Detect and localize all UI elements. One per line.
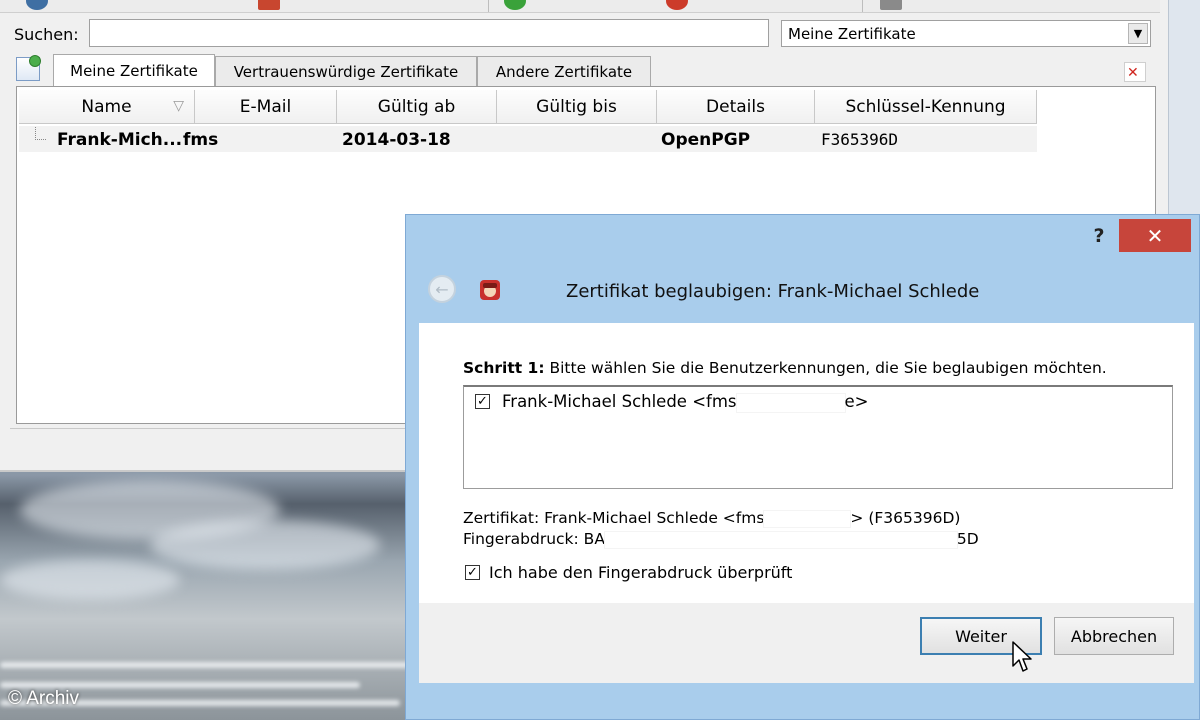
cloud-shape	[150, 520, 380, 570]
column-header-details[interactable]: Details	[657, 90, 815, 124]
user-id-prefix: Frank-Michael Schlede <fms	[502, 392, 737, 411]
filter-selected-value: Meine Zertifikate	[788, 25, 916, 43]
cloud-shape	[0, 560, 180, 600]
step-instruction: Schritt 1: Bitte wählen Sie die Benutzer…	[463, 359, 1107, 377]
lookup-icon[interactable]	[880, 0, 902, 10]
cell-details: OpenPGP	[661, 130, 751, 150]
back-arrow-icon[interactable]: ←	[428, 275, 456, 303]
fingerprint-info: Fingerabdruck: BA 5D	[463, 530, 979, 548]
tab-other-certificates[interactable]: Andere Zertifikate	[477, 56, 651, 86]
user-id-suffix: e>	[844, 392, 869, 411]
new-tab-icon[interactable]	[16, 55, 41, 81]
search-row: Suchen: Meine Zertifikate ▼	[0, 18, 1160, 50]
toolbar	[0, 0, 1160, 13]
fingerprint-suffix: 5D	[956, 530, 979, 548]
fingerprint-prefix: Fingerabdruck: BA	[463, 530, 605, 548]
import-icon[interactable]	[26, 0, 48, 10]
chevron-down-icon[interactable]: ▼	[1128, 23, 1148, 44]
user-id-checkbox[interactable]: ✓	[475, 394, 490, 409]
step-description: Bitte wählen Sie die Benutzerkennungen, …	[544, 359, 1107, 377]
tab-my-certificates[interactable]: Meine Zertifikate	[53, 54, 215, 87]
redacted-area	[736, 393, 845, 412]
fingerprint-confirm-label[interactable]: Ich habe den Fingerabdruck überprüft	[489, 563, 792, 582]
certificate-prefix: Zertifikat: Frank-Michael Schlede <fms	[463, 509, 765, 527]
tab-bar: Meine Zertifikate Vertrauenswürdige Zert…	[0, 54, 1160, 87]
close-tab-icon[interactable]: ✕	[1124, 62, 1146, 82]
toolbar-separator	[862, 0, 863, 12]
dialog-content: Schritt 1: Bitte wählen Sie die Benutzer…	[419, 323, 1194, 603]
column-header-name[interactable]: Name ▽	[19, 90, 195, 124]
certificate-filter-select[interactable]: Meine Zertifikate ▼	[781, 20, 1151, 47]
dialog-title: Zertifikat beglaubigen: Frank-Michael Sc…	[566, 281, 980, 302]
export-icon[interactable]	[258, 0, 280, 10]
column-header-valid-from[interactable]: Gültig ab	[337, 90, 497, 124]
column-header-key-id[interactable]: Schlüssel-Kennung	[815, 90, 1037, 124]
cell-key-id: F365396D	[821, 130, 899, 149]
certificate-suffix: > (F365396D)	[850, 509, 961, 527]
dialog-footer: Weiter Abbrechen	[419, 603, 1194, 683]
column-header-email[interactable]: E-Mail	[195, 90, 337, 124]
redacted-area	[604, 531, 957, 548]
help-button[interactable]: ?	[1088, 223, 1110, 249]
sort-indicator-icon: ▽	[173, 98, 184, 114]
stop-icon[interactable]	[666, 0, 688, 10]
user-id-list[interactable]: ✓ Frank-Michael Schlede <fms e>	[463, 385, 1173, 489]
step-number: Schritt 1:	[463, 359, 545, 377]
refresh-icon[interactable]	[504, 0, 526, 10]
copyright-notice: © Archiv	[8, 688, 80, 709]
close-icon: ✕	[1146, 223, 1164, 248]
search-input[interactable]	[89, 19, 769, 47]
certify-certificate-dialog: ? ✕ ← Zertifikat beglaubigen: Frank-Mich…	[405, 214, 1200, 720]
column-label: Name	[81, 96, 132, 117]
toolbar-separator	[488, 0, 489, 12]
certificate-info: Zertifikat: Frank-Michael Schlede <fms > …	[463, 509, 960, 527]
kleopatra-app-icon	[480, 280, 500, 300]
user-id-label: Frank-Michael Schlede <fms e>	[502, 392, 869, 412]
cell-valid-from: 2014-03-18	[342, 130, 451, 150]
tree-connector	[35, 127, 46, 140]
tab-trusted-certificates[interactable]: Vertrauenswürdige Zertifikate	[215, 56, 477, 86]
search-label: Suchen:	[14, 25, 79, 44]
cell-name: Frank-Mich...	[57, 130, 183, 150]
redacted-area	[764, 510, 851, 527]
mouse-cursor-icon	[1012, 641, 1032, 672]
wave-shape	[0, 662, 420, 668]
cell-email: fms	[183, 130, 219, 150]
column-header-valid-until[interactable]: Gültig bis	[497, 90, 657, 124]
fingerprint-confirm-checkbox[interactable]: ✓	[465, 565, 480, 580]
cancel-button[interactable]: Abbrechen	[1054, 617, 1174, 655]
close-button[interactable]: ✕	[1119, 219, 1191, 252]
